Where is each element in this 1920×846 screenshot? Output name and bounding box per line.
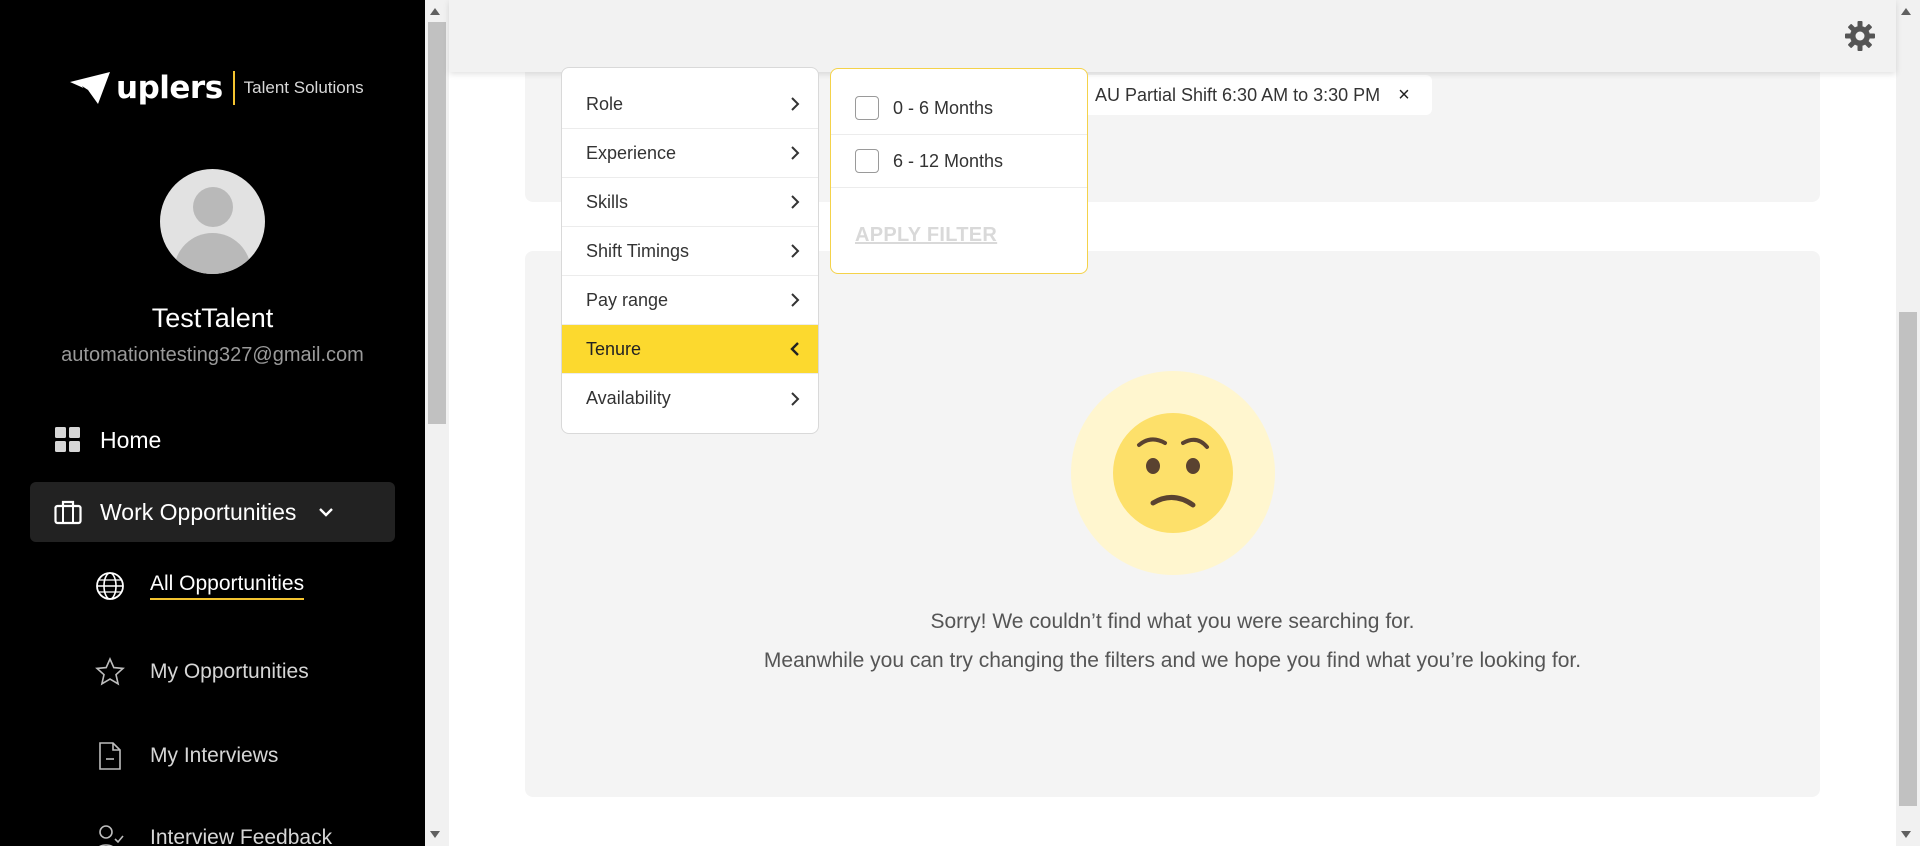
apply-filter-button[interactable]: APPLY FILTER: [855, 224, 997, 247]
chevron-right-icon: [791, 244, 800, 258]
nav-home-label: Home: [100, 426, 162, 453]
sidebar: uplers Talent Solutions TestTalent autom…: [0, 0, 425, 846]
chevron-right-icon: [791, 195, 800, 209]
tenure-option[interactable]: 0 - 6 Months: [831, 82, 1087, 135]
nav-my-interviews[interactable]: My Interviews: [94, 740, 278, 772]
document-icon: [94, 740, 126, 772]
filter-menu: Role Experience Skills Shift Timings Pay…: [561, 67, 819, 434]
empty-state-title: Sorry! We couldn’t find what you were se…: [930, 610, 1415, 633]
tenure-submenu: 0 - 6 Months 6 - 12 Months APPLY FILTER: [830, 68, 1088, 274]
logo-mark-icon: [70, 72, 110, 104]
nav-my-opportunities[interactable]: My Opportunities: [94, 656, 309, 688]
scroll-up-arrow[interactable]: [430, 8, 440, 15]
tenure-option[interactable]: 6 - 12 Months: [831, 135, 1087, 188]
tenure-option-label: 6 - 12 Months: [893, 150, 1004, 171]
tenure-option-label: 0 - 6 Months: [893, 97, 994, 118]
grid-icon: [54, 426, 82, 454]
filter-menu-item-shift-timings[interactable]: Shift Timings: [562, 227, 818, 276]
user-email: automationtesting327@gmail.com: [61, 344, 364, 366]
filter-menu-item-pay-range[interactable]: Pay range: [562, 276, 818, 325]
filter-menu-label: Pay range: [586, 289, 669, 310]
chevron-left-icon: [790, 342, 799, 356]
nav-my-opportunities-label: My Opportunities: [150, 660, 309, 683]
globe-icon: [94, 570, 126, 602]
nav-work-label: Work Opportunities: [100, 498, 297, 525]
avatar-head: [193, 187, 233, 227]
filter-menu-label: Skills: [586, 191, 629, 212]
filter-menu-label: Role: [586, 93, 624, 114]
avatar-body: [174, 233, 251, 274]
nav-my-interviews-label: My Interviews: [150, 744, 279, 767]
chevron-right-icon: [791, 97, 800, 111]
close-icon[interactable]: ×: [1398, 84, 1410, 107]
main-scrollbar[interactable]: [1896, 0, 1920, 846]
brand-tagline: Talent Solutions: [243, 78, 364, 97]
briefcase-icon: [54, 498, 82, 526]
filter-menu-item-role[interactable]: Role: [562, 80, 818, 129]
tenure-checkbox[interactable]: [855, 96, 879, 120]
worried-face-icon: [1113, 413, 1233, 533]
nav-interview-feedback-label: Interview Feedback: [150, 826, 333, 846]
empty-state-illustration: [1071, 371, 1275, 575]
chevron-right-icon: [791, 391, 800, 406]
chevron-down-icon: [319, 508, 334, 517]
user-name: TestTalent: [151, 303, 274, 333]
filter-chip-label: AU Partial Shift 6:30 AM to 3:30 PM: [1095, 84, 1381, 105]
chevron-right-icon: [791, 146, 800, 160]
filter-menu-label: Experience: [586, 142, 677, 163]
nav-all-opportunities-label: All Opportunities: [150, 572, 305, 600]
logo-divider: [232, 71, 235, 105]
avatar[interactable]: [160, 169, 265, 274]
nav-home[interactable]: Home: [54, 420, 161, 460]
nav-work-opportunities[interactable]: Work Opportunities: [30, 482, 395, 542]
nav-all-opportunities[interactable]: All Opportunities: [94, 570, 305, 602]
nav-interview-feedback[interactable]: Interview Feedback: [94, 822, 332, 846]
filter-menu-label: Shift Timings: [586, 240, 690, 261]
filter-menu-item-availability[interactable]: Availability: [562, 374, 818, 423]
sidebar-scroll-thumb[interactable]: [428, 22, 446, 424]
scroll-up-arrow[interactable]: [1901, 8, 1911, 15]
scroll-down-arrow[interactable]: [430, 831, 440, 838]
scroll-down-arrow[interactable]: [1901, 831, 1911, 838]
brand-name: uplers: [116, 70, 223, 106]
brand-logo[interactable]: uplers Talent Solutions: [68, 68, 364, 108]
main-scroll-thumb[interactable]: [1899, 312, 1917, 806]
filter-chip: AU Partial Shift 6:30 AM to 3:30 PM ×: [1073, 75, 1432, 115]
empty-state-subtitle: Meanwhile you can try changing the filte…: [763, 649, 1582, 672]
filter-menu-label: Availability: [586, 388, 671, 408]
top-bar: [449, 0, 1896, 72]
filter-menu-item-experience[interactable]: Experience: [562, 129, 818, 178]
user-check-icon: [94, 822, 126, 846]
chevron-right-icon: [791, 293, 800, 307]
tenure-checkbox[interactable]: [855, 149, 879, 173]
filter-menu-label: Tenure: [586, 338, 642, 359]
filter-menu-item-tenure[interactable]: Tenure: [562, 325, 818, 374]
star-icon: [94, 656, 126, 688]
gear-icon[interactable]: [1844, 20, 1876, 52]
sidebar-scrollbar[interactable]: [425, 0, 449, 846]
filter-menu-item-skills[interactable]: Skills: [562, 178, 818, 227]
